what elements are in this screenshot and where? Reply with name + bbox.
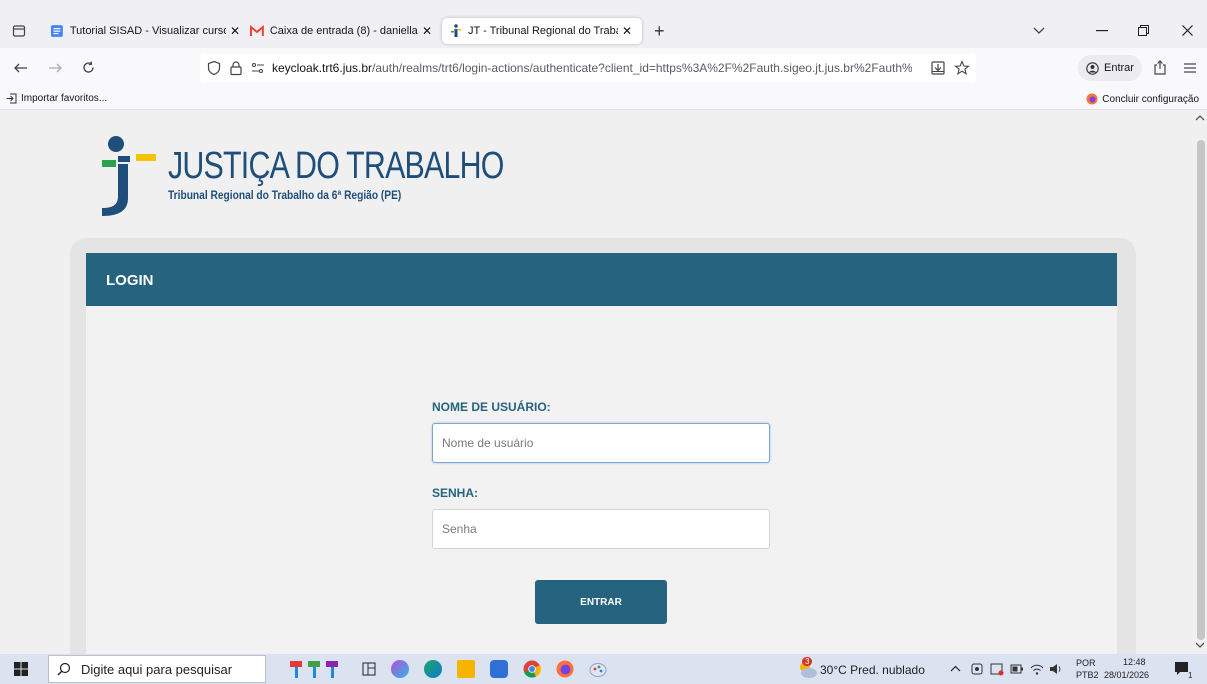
- tab-tutorial-sisad[interactable]: Tutorial SISAD - Visualizar curso ✕: [50, 18, 240, 44]
- browser-tab-strip: Tutorial SISAD - Visualizar curso ✕ Caix…: [0, 0, 1207, 48]
- username-input[interactable]: [432, 423, 770, 463]
- battery-icon[interactable]: [1010, 663, 1024, 675]
- paint-app-icon[interactable]: [589, 660, 607, 678]
- finish-setup-button[interactable]: Concluir configuração: [1086, 93, 1199, 105]
- logo-title: JUSTIÇA DO TRABALHO: [168, 145, 504, 187]
- tab-gmail[interactable]: Caixa de entrada (8) - daniella.f ✕: [250, 18, 432, 44]
- finish-setup-label: Concluir configuração: [1102, 93, 1199, 105]
- input-language[interactable]: POR: [1076, 658, 1096, 668]
- username-label: NOME DE USUÁRIO:: [432, 400, 551, 414]
- notification-count: 1: [1188, 671, 1193, 680]
- store-icon[interactable]: [490, 660, 508, 678]
- import-bookmarks-label: Importar favoritos...: [21, 93, 108, 104]
- url-path: /auth/realms/trt6/login-actions/authenti…: [372, 61, 912, 75]
- hamburger-menu-icon[interactable]: [1184, 63, 1196, 73]
- account-sign-in-button[interactable]: Entrar: [1078, 55, 1142, 81]
- bookmarks-bar: Importar favoritos... Concluir configura…: [0, 88, 1207, 110]
- bookmark-star-icon[interactable]: [954, 60, 970, 76]
- tab-list-chevron-icon[interactable]: [1033, 27, 1045, 35]
- forward-arrow-icon[interactable]: [48, 63, 62, 73]
- address-bar[interactable]: keycloak.trt6.jus.br/auth/realms/trt6/lo…: [200, 54, 976, 82]
- volume-icon[interactable]: [1049, 662, 1063, 676]
- gmail-icon: [250, 25, 264, 36]
- minimize-icon[interactable]: [1096, 30, 1108, 32]
- account-icon: [1086, 61, 1099, 75]
- clock-time[interactable]: 12:48: [1123, 657, 1146, 667]
- jt-icon: [451, 24, 461, 37]
- tray-notification-app-icon[interactable]: [990, 662, 1004, 676]
- taskbar-search-box[interactable]: Digite aqui para pesquisar: [48, 655, 266, 683]
- taskbar-search-placeholder: Digite aqui para pesquisar: [81, 661, 233, 677]
- back-arrow-icon[interactable]: [14, 63, 28, 73]
- close-window-icon[interactable]: [1182, 25, 1193, 36]
- windows-taskbar: Digite aqui para pesquisar 3 30°C Pred. …: [0, 654, 1207, 684]
- tab-overview-icon[interactable]: [12, 24, 26, 38]
- wifi-icon[interactable]: [1030, 662, 1044, 676]
- task-view-icon[interactable]: [362, 662, 376, 676]
- tray-app-icon[interactable]: [970, 662, 984, 676]
- install-app-icon[interactable]: [930, 60, 946, 76]
- firefox-icon[interactable]: [556, 660, 574, 678]
- page-viewport: JUSTIÇA DO TRABALHO Tribunal Regional do…: [0, 110, 1194, 654]
- new-tab-button[interactable]: +: [654, 21, 665, 42]
- account-label: Entrar: [1104, 62, 1134, 74]
- shield-icon[interactable]: [206, 60, 222, 76]
- tab-title: Tutorial SISAD - Visualizar curso: [69, 25, 226, 37]
- import-bookmarks-button[interactable]: Importar favoritos...: [6, 93, 107, 104]
- tab-close-icon[interactable]: ✕: [422, 24, 432, 38]
- logo-subtitle: Tribunal Regional do Trabalho da 6ª Regi…: [168, 188, 402, 202]
- copilot-icon[interactable]: [391, 660, 409, 678]
- login-card-header: LOGIN: [86, 253, 1117, 306]
- paint-brushes-icon[interactable]: [288, 658, 344, 680]
- login-header-title: LOGIN: [106, 272, 154, 289]
- scroll-down-icon[interactable]: [1195, 642, 1205, 649]
- firefox-setup-icon: [1086, 93, 1098, 105]
- scroll-up-icon[interactable]: [1195, 114, 1205, 121]
- weather-widget[interactable]: 3: [796, 657, 818, 680]
- password-input[interactable]: [432, 509, 770, 549]
- url-host: keycloak.trt6.jus.br: [272, 61, 373, 75]
- browser-nav-bar: keycloak.trt6.jus.br/auth/realms/trt6/lo…: [0, 48, 1207, 88]
- login-submit-button[interactable]: ENTRAR: [535, 580, 667, 624]
- chrome-icon[interactable]: [523, 660, 541, 678]
- weather-text[interactable]: 30°C Pred. nublado: [820, 663, 925, 677]
- login-card: LOGIN NOME DE USUÁRIO: SENHA: ENTRAR: [86, 253, 1117, 654]
- password-label: SENHA:: [432, 486, 479, 500]
- share-icon[interactable]: [1153, 60, 1167, 75]
- tab-title: JT - Tribunal Regional do Trabalh: [468, 25, 618, 37]
- justica-do-trabalho-logo-icon: [102, 136, 156, 216]
- docs-icon: [50, 25, 63, 37]
- import-icon: [6, 93, 17, 104]
- restore-icon[interactable]: [1138, 25, 1149, 36]
- tab-title: Caixa de entrada (8) - daniella.f: [269, 25, 418, 37]
- reload-icon[interactable]: [82, 61, 95, 74]
- edge-icon[interactable]: [424, 660, 442, 678]
- permissions-icon[interactable]: [250, 60, 266, 76]
- lock-icon[interactable]: [228, 60, 244, 76]
- tab-close-icon[interactable]: ✕: [622, 24, 632, 38]
- tab-close-icon[interactable]: ✕: [230, 24, 240, 38]
- windows-start-icon[interactable]: [14, 662, 28, 676]
- tray-chevron-up-icon[interactable]: [950, 665, 961, 672]
- search-icon: [57, 662, 71, 676]
- tab-jt-tribunal[interactable]: JT - Tribunal Regional do Trabalh ✕: [442, 18, 642, 44]
- url-text[interactable]: keycloak.trt6.jus.br/auth/realms/trt6/lo…: [272, 61, 912, 75]
- file-explorer-icon[interactable]: [457, 660, 475, 678]
- clock-date[interactable]: 28/01/2026: [1104, 670, 1149, 680]
- scroll-thumb[interactable]: [1197, 140, 1205, 640]
- keyboard-layout[interactable]: PTB2: [1076, 670, 1099, 680]
- page-scrollbar[interactable]: [1194, 110, 1207, 654]
